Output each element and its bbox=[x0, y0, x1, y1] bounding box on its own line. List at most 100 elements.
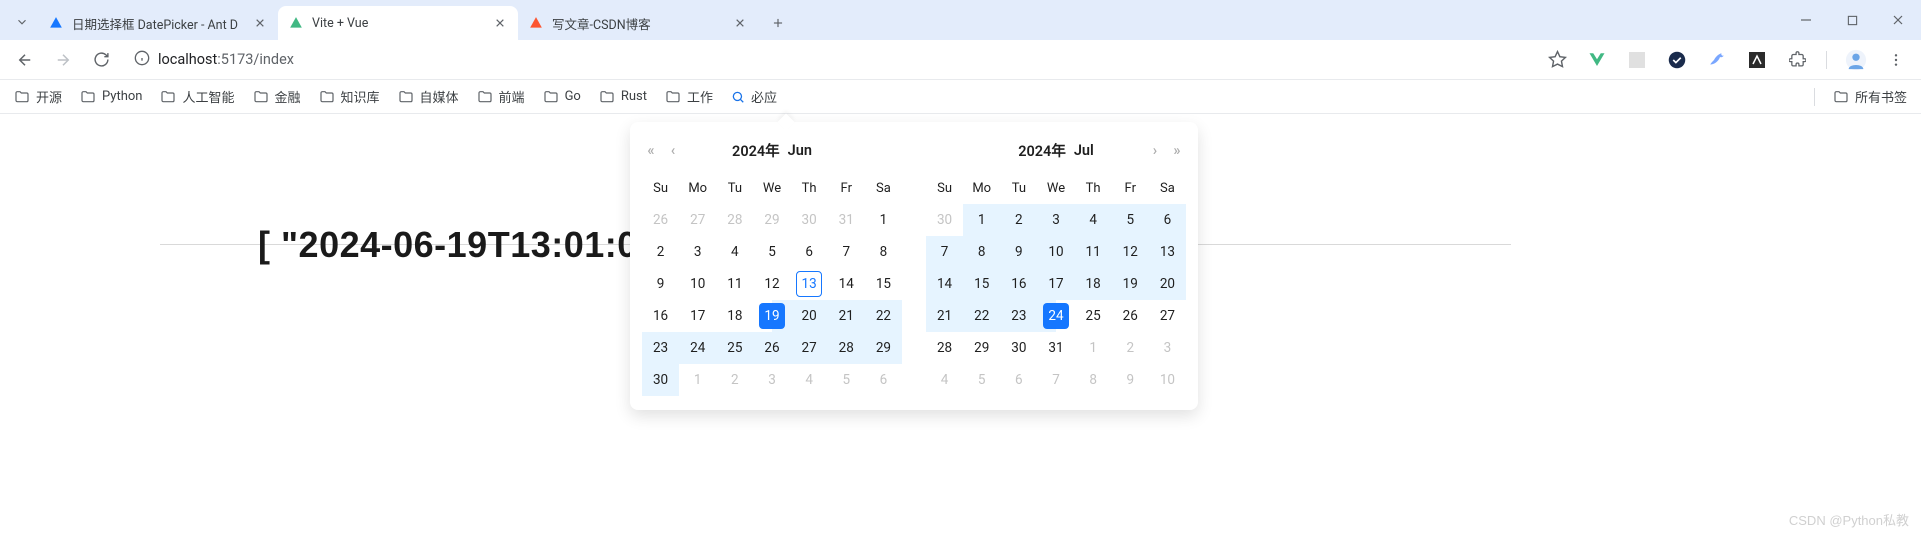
calendar-day-cell[interactable]: 1 bbox=[679, 364, 716, 396]
bookmark-folder[interactable]: Python bbox=[80, 87, 142, 106]
calendar-day-cell[interactable]: 30 bbox=[642, 364, 679, 396]
menu-dots-icon[interactable] bbox=[1885, 49, 1907, 71]
calendar-day-cell[interactable]: 26 bbox=[753, 332, 790, 364]
calendar-day-cell[interactable]: 3 bbox=[1149, 332, 1186, 364]
calendar-day-cell[interactable]: 11 bbox=[716, 268, 753, 300]
calendar-day-cell[interactable]: 12 bbox=[1112, 236, 1149, 268]
calendar-day-cell[interactable]: 31 bbox=[1037, 332, 1074, 364]
calendar-day-cell[interactable]: 2 bbox=[642, 236, 679, 268]
calendar-day-cell[interactable]: 8 bbox=[1075, 364, 1112, 396]
calendar-day-cell[interactable]: 2 bbox=[1112, 332, 1149, 364]
calendar-day-cell[interactable]: 3 bbox=[679, 236, 716, 268]
maximize-button[interactable] bbox=[1829, 0, 1875, 40]
ext-check-icon[interactable] bbox=[1666, 49, 1688, 71]
prev-year-button[interactable]: « bbox=[642, 142, 660, 159]
calendar-day-cell[interactable]: 20 bbox=[791, 300, 828, 332]
ext-dark-icon[interactable] bbox=[1746, 49, 1768, 71]
calendar-day-cell[interactable]: 19 bbox=[753, 300, 790, 332]
calendar-day-cell[interactable]: 3 bbox=[753, 364, 790, 396]
calendar-day-cell[interactable]: 22 bbox=[963, 300, 1000, 332]
calendar-day-cell[interactable]: 4 bbox=[926, 364, 963, 396]
calendar-day-cell[interactable]: 25 bbox=[716, 332, 753, 364]
calendar-day-cell[interactable]: 6 bbox=[865, 364, 902, 396]
calendar-day-cell[interactable]: 27 bbox=[1149, 300, 1186, 332]
site-info-icon[interactable] bbox=[134, 50, 150, 70]
calendar-day-cell[interactable]: 4 bbox=[791, 364, 828, 396]
calendar-day-cell[interactable]: 24 bbox=[679, 332, 716, 364]
ext-bird-icon[interactable] bbox=[1706, 49, 1728, 71]
calendar-day-cell[interactable]: 4 bbox=[1075, 204, 1112, 236]
calendar-day-cell[interactable]: 7 bbox=[926, 236, 963, 268]
calendar-day-cell[interactable]: 12 bbox=[753, 268, 790, 300]
calendar-day-cell[interactable]: 5 bbox=[753, 236, 790, 268]
tab-close-icon[interactable] bbox=[252, 15, 268, 31]
calendar-day-cell[interactable]: 30 bbox=[1000, 332, 1037, 364]
calendar-day-cell[interactable]: 11 bbox=[1075, 236, 1112, 268]
calendar-day-cell[interactable]: 23 bbox=[642, 332, 679, 364]
calendar-day-cell[interactable]: 15 bbox=[963, 268, 1000, 300]
bookmark-folder[interactable]: 工作 bbox=[665, 87, 713, 106]
close-window-button[interactable] bbox=[1875, 0, 1921, 40]
calendar-day-cell[interactable]: 1 bbox=[865, 204, 902, 236]
calendar-day-cell[interactable]: 15 bbox=[865, 268, 902, 300]
next-month-button[interactable]: › bbox=[1146, 142, 1164, 159]
calendar-day-cell[interactable]: 10 bbox=[679, 268, 716, 300]
calendar-day-cell[interactable]: 25 bbox=[1075, 300, 1112, 332]
calendar-day-cell[interactable]: 6 bbox=[1000, 364, 1037, 396]
new-tab-button[interactable] bbox=[764, 9, 792, 37]
browser-tab[interactable]: 写文章-CSDN博客 bbox=[518, 6, 758, 40]
all-bookmarks[interactable]: 所有书签 bbox=[1833, 87, 1907, 106]
calendar-day-cell[interactable]: 21 bbox=[828, 300, 865, 332]
reload-button[interactable] bbox=[84, 43, 118, 77]
calendar-day-cell[interactable]: 28 bbox=[828, 332, 865, 364]
calendar-day-cell[interactable]: 10 bbox=[1149, 364, 1186, 396]
calendar-day-cell[interactable]: 30 bbox=[791, 204, 828, 236]
profile-avatar[interactable] bbox=[1845, 49, 1867, 71]
calendar-day-cell[interactable]: 30 bbox=[926, 204, 963, 236]
back-button[interactable] bbox=[8, 43, 42, 77]
extensions-icon[interactable] bbox=[1786, 49, 1808, 71]
calendar-day-cell[interactable]: 27 bbox=[679, 204, 716, 236]
url-input[interactable]: localhost:5173/index bbox=[122, 44, 1542, 76]
prev-month-button[interactable]: ‹ bbox=[664, 142, 682, 159]
bookmark-folder[interactable]: 开源 bbox=[14, 87, 62, 106]
calendar-day-cell[interactable]: 19 bbox=[1112, 268, 1149, 300]
ext-gray-icon[interactable] bbox=[1626, 49, 1648, 71]
calendar-day-cell[interactable]: 6 bbox=[791, 236, 828, 268]
calendar-day-cell[interactable]: 13 bbox=[1149, 236, 1186, 268]
calendar-day-cell[interactable]: 8 bbox=[963, 236, 1000, 268]
calendar-day-cell[interactable]: 14 bbox=[926, 268, 963, 300]
calendar-day-cell[interactable]: 27 bbox=[791, 332, 828, 364]
calendar-day-cell[interactable]: 16 bbox=[1000, 268, 1037, 300]
forward-button[interactable] bbox=[46, 43, 80, 77]
calendar-day-cell[interactable]: 23 bbox=[1000, 300, 1037, 332]
calendar-day-cell[interactable]: 24 bbox=[1037, 300, 1074, 332]
calendar-day-cell[interactable]: 9 bbox=[1112, 364, 1149, 396]
calendar-day-cell[interactable]: 18 bbox=[716, 300, 753, 332]
calendar-day-cell[interactable]: 10 bbox=[1037, 236, 1074, 268]
calendar-day-cell[interactable]: 17 bbox=[1037, 268, 1074, 300]
tab-close-icon[interactable] bbox=[732, 15, 748, 31]
tab-close-icon[interactable] bbox=[492, 15, 508, 31]
calendar-day-cell[interactable]: 1 bbox=[1075, 332, 1112, 364]
calendar-day-cell[interactable]: 18 bbox=[1075, 268, 1112, 300]
calendar-day-cell[interactable]: 31 bbox=[828, 204, 865, 236]
bookmark-folder[interactable]: 金融 bbox=[253, 87, 301, 106]
calendar-day-cell[interactable]: 21 bbox=[926, 300, 963, 332]
calendar-year-label[interactable]: 2024年 bbox=[1018, 140, 1066, 161]
calendar-day-cell[interactable]: 9 bbox=[642, 268, 679, 300]
next-year-button[interactable]: » bbox=[1168, 142, 1186, 159]
calendar-day-cell[interactable]: 29 bbox=[865, 332, 902, 364]
calendar-day-cell[interactable]: 5 bbox=[828, 364, 865, 396]
bookmark-folder[interactable]: 人工智能 bbox=[160, 87, 234, 106]
bookmark-folder[interactable]: 前端 bbox=[477, 87, 525, 106]
calendar-day-cell[interactable]: 13 bbox=[791, 268, 828, 300]
browser-tab[interactable]: Vite + Vue bbox=[278, 6, 518, 40]
calendar-day-cell[interactable]: 3 bbox=[1037, 204, 1074, 236]
bookmark-search[interactable]: 必应 bbox=[731, 87, 777, 106]
bookmark-folder[interactable]: 知识库 bbox=[319, 87, 380, 106]
calendar-day-cell[interactable]: 20 bbox=[1149, 268, 1186, 300]
tab-search-button[interactable] bbox=[6, 6, 38, 38]
calendar-day-cell[interactable]: 1 bbox=[963, 204, 1000, 236]
calendar-year-label[interactable]: 2024年 bbox=[732, 140, 780, 161]
